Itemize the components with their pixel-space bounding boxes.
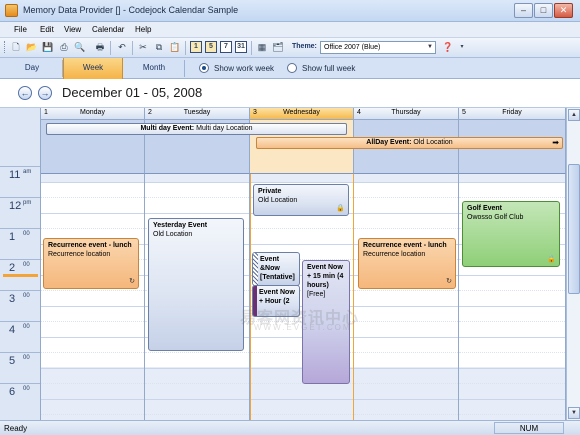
next-arrow-icon[interactable]: → — [38, 86, 52, 100]
cut-icon[interactable]: ✂ — [137, 41, 149, 53]
watermark-url: WWW.EVGET.COM — [254, 323, 352, 332]
hour-label: 12 pm — [0, 197, 40, 228]
tab-week[interactable]: Week — [63, 58, 123, 79]
help-icon[interactable]: ❓ — [442, 41, 454, 53]
continue-arrow-icon: ➡ — [552, 138, 559, 147]
scroll-thumb[interactable] — [568, 164, 580, 294]
chevron-down-icon: ▼ — [427, 44, 433, 50]
new-icon[interactable]: 🗋 — [10, 41, 22, 53]
lock-icon: 🔒 — [547, 256, 556, 263]
tab-day[interactable]: Day — [2, 58, 62, 79]
show-work-week-radio[interactable] — [199, 63, 209, 73]
recurrence-icon: ↻ — [446, 278, 452, 285]
day-header-friday[interactable]: 5 Friday — [459, 108, 566, 120]
hour-label: 4 00 — [0, 321, 40, 352]
day-header-tuesday[interactable]: 2 Tuesday — [145, 108, 250, 120]
toolbar-options-icon[interactable]: ▾ — [456, 41, 468, 53]
work-week-view-button[interactable]: 5 — [205, 41, 217, 53]
close-button[interactable]: ✕ — [554, 3, 573, 18]
hour-label: 5 00 — [0, 352, 40, 383]
properties-icon[interactable]: 🗂 — [272, 41, 284, 53]
day-column-thursday[interactable] — [354, 174, 459, 420]
minimize-button[interactable]: – — [514, 3, 533, 18]
print-preview-icon[interactable]: 🔍 — [74, 41, 86, 53]
week-view-button[interactable]: 7 — [220, 41, 232, 53]
menu-calendar[interactable]: Calendar — [92, 25, 124, 34]
previous-arrow-icon[interactable]: ← — [18, 86, 32, 100]
calendar-grid-icon[interactable]: ▦ — [256, 41, 268, 53]
paste-icon[interactable]: 📋 — [169, 41, 181, 53]
time-column: 11 am 12 pm 1 00 2 00 3 00 4 00 5 00 6 00 — [0, 108, 41, 420]
show-full-week-radio[interactable] — [287, 63, 297, 73]
tab-separator — [184, 60, 185, 77]
recurrence-icon: ↻ — [129, 278, 135, 285]
theme-label: Theme: — [292, 43, 317, 50]
undo-icon[interactable]: ↶ — [116, 41, 128, 53]
hour-label: 1 00 — [0, 228, 40, 259]
num-lock-indicator: NUM — [494, 422, 564, 434]
month-view-button[interactable]: 31 — [235, 41, 247, 53]
maximize-button[interactable]: □ — [534, 3, 553, 18]
theme-value: Office 2007 (Blue) — [324, 44, 381, 51]
lock-icon: 🔒 — [336, 205, 345, 212]
toolbar: 🗋 📂 💾 ⎙ 🔍 🖶 ↶ ✂ ⧉ 📋 1 5 7 31 ▦ 🗂 Theme: … — [0, 38, 580, 58]
event-friday-golf[interactable]: Golf Event Owosso Golf Club 🔒 — [462, 201, 560, 267]
day-view-button[interactable]: 1 — [190, 41, 202, 53]
hour-label: 3 00 — [0, 290, 40, 321]
event-thursday-recurrence[interactable]: Recurrence event - lunch Recurrence loca… — [358, 238, 456, 289]
print-icon[interactable]: ⎙ — [58, 41, 70, 53]
current-time-indicator — [3, 274, 38, 277]
tab-month[interactable]: Month — [124, 58, 184, 79]
day-column-monday[interactable] — [41, 174, 145, 420]
event-tuesday-yesterday[interactable]: Yesterday Event Old Location — [148, 218, 244, 351]
event-wednesday-tentative[interactable]: Event &Now [Tentative] — [252, 252, 300, 286]
day-header-thursday[interactable]: 4 Thursday — [354, 108, 459, 120]
event-wednesday-private[interactable]: Private Old Location 🔒 — [253, 184, 349, 216]
calendar-header: ← → December 01 - 05, 2008 — [0, 79, 580, 108]
window-title: Memory Data Provider [] - Codejock Calen… — [23, 5, 239, 15]
vertical-scrollbar[interactable]: ▲ ▼ — [566, 108, 580, 420]
hour-label: 6 00 — [0, 383, 40, 414]
print-setup-icon[interactable]: 🖶 — [94, 41, 106, 53]
status-text: Ready — [4, 424, 28, 433]
scroll-up-icon[interactable]: ▲ — [568, 109, 580, 121]
menu-view[interactable]: View — [64, 25, 81, 34]
scroll-down-icon[interactable]: ▼ — [568, 407, 580, 419]
toolbar-separator — [110, 41, 111, 55]
toolbar-separator — [251, 41, 252, 55]
day-header-monday[interactable]: 1 Monday — [41, 108, 145, 120]
day-header-wednesday[interactable]: 3 Wednesday — [250, 108, 354, 120]
app-icon — [5, 4, 18, 17]
copy-icon[interactable]: ⧉ — [153, 41, 165, 53]
view-bar: Day Week Month Show work week Show full … — [0, 58, 580, 79]
event-monday-recurrence[interactable]: Recurrence event - lunch Recurrence loca… — [43, 238, 139, 289]
menu-edit[interactable]: Edit — [40, 25, 54, 34]
open-icon[interactable]: 📂 — [26, 41, 38, 53]
menu-bar: File Edit View Calendar Help — [0, 22, 580, 38]
theme-select[interactable]: Office 2007 (Blue) ▼ — [320, 41, 436, 54]
toolbar-grip[interactable] — [4, 41, 7, 53]
status-bar: Ready NUM — [0, 420, 580, 435]
menu-help[interactable]: Help — [135, 25, 151, 34]
show-full-week-label[interactable]: Show full week — [302, 64, 355, 73]
week-grid: 11 am 12 pm 1 00 2 00 3 00 4 00 5 00 6 00 1 Monda… — [0, 108, 580, 420]
title-bar: Memory Data Provider [] - Codejock Calen… — [0, 0, 580, 22]
all-day-event-multiday[interactable]: Multi day Event: Multi day Location — [46, 123, 347, 135]
toolbar-separator — [185, 41, 186, 55]
date-range-title: December 01 - 05, 2008 — [62, 85, 203, 100]
toolbar-separator — [132, 41, 133, 55]
menu-file[interactable]: File — [14, 25, 27, 34]
hour-label: 11 am — [0, 166, 40, 197]
show-work-week-label[interactable]: Show work week — [214, 64, 274, 73]
save-icon[interactable]: 💾 — [42, 41, 54, 53]
all-day-event-allday[interactable]: AllDay Event: Old Location ➡ — [256, 137, 563, 149]
